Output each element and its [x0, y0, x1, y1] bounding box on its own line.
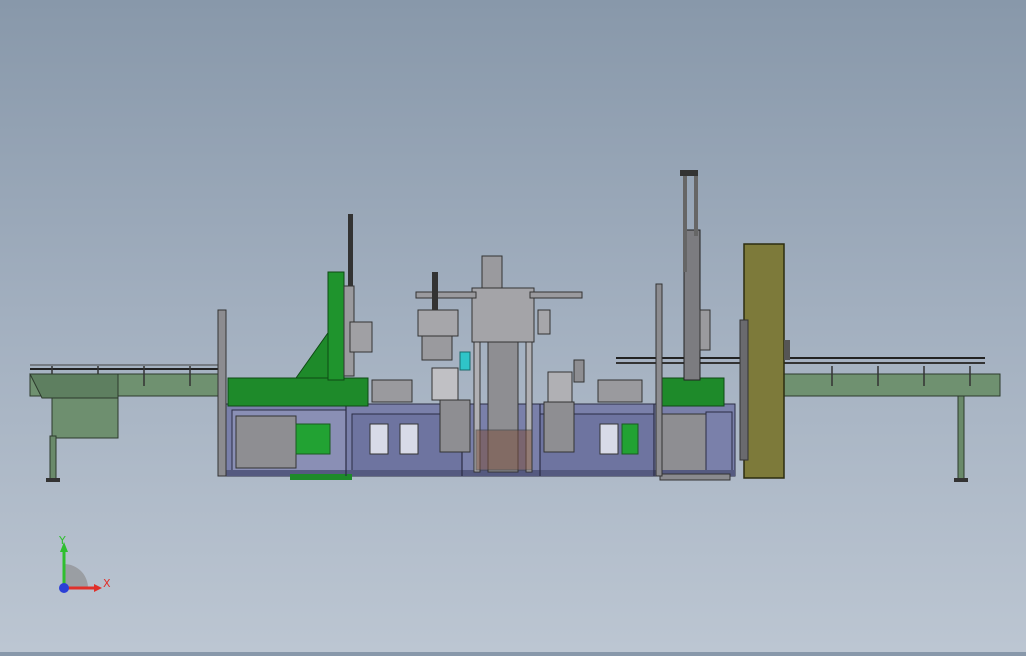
coordinate-triad: Y X — [58, 534, 111, 593]
left-conveyor — [29, 364, 223, 482]
olive-housing — [739, 243, 790, 479]
y-axis-label: Y — [58, 534, 66, 547]
cad-viewport[interactable]: Y X — [0, 0, 1026, 652]
cad-drawing: Y X — [29, 170, 1001, 593]
x-axis-label: X — [103, 577, 111, 590]
